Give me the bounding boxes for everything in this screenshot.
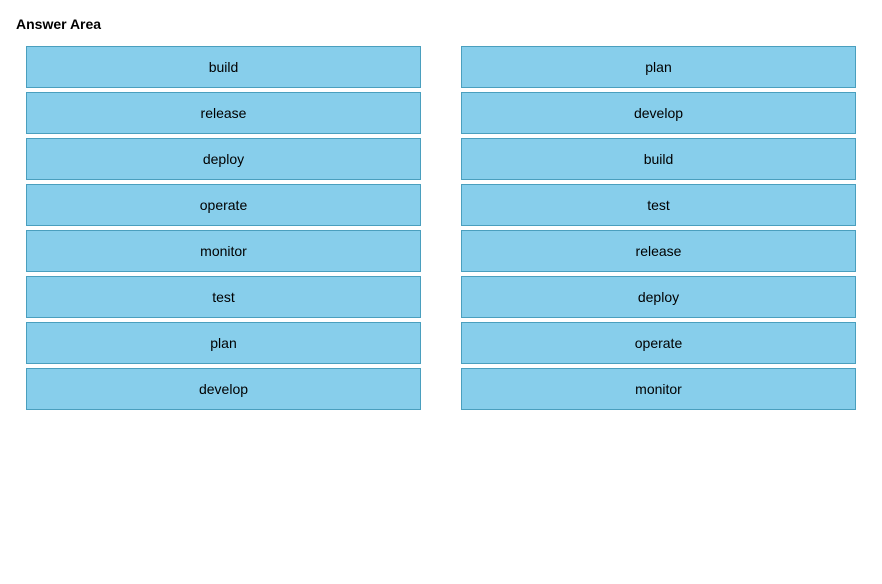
left-item-develop[interactable]: develop — [26, 368, 421, 410]
left-item-test[interactable]: test — [26, 276, 421, 318]
left-item-deploy[interactable]: deploy — [26, 138, 421, 180]
right-item-develop[interactable]: develop — [461, 92, 856, 134]
left-item-build[interactable]: build — [26, 46, 421, 88]
left-item-operate[interactable]: operate — [26, 184, 421, 226]
left-column: buildreleasedeployoperatemonitortestplan… — [26, 46, 421, 410]
right-item-operate[interactable]: operate — [461, 322, 856, 364]
right-column: plandevelopbuildtestreleasedeployoperate… — [461, 46, 856, 410]
columns-container: buildreleasedeployoperatemonitortestplan… — [16, 46, 866, 410]
section-title: Answer Area — [16, 16, 866, 32]
right-item-build[interactable]: build — [461, 138, 856, 180]
right-item-release[interactable]: release — [461, 230, 856, 272]
left-item-plan[interactable]: plan — [26, 322, 421, 364]
right-item-test[interactable]: test — [461, 184, 856, 226]
right-item-plan[interactable]: plan — [461, 46, 856, 88]
left-item-release[interactable]: release — [26, 92, 421, 134]
left-item-monitor[interactable]: monitor — [26, 230, 421, 272]
right-item-monitor[interactable]: monitor — [461, 368, 856, 410]
right-item-deploy[interactable]: deploy — [461, 276, 856, 318]
answer-area-section: Answer Area buildreleasedeployoperatemon… — [16, 16, 866, 410]
